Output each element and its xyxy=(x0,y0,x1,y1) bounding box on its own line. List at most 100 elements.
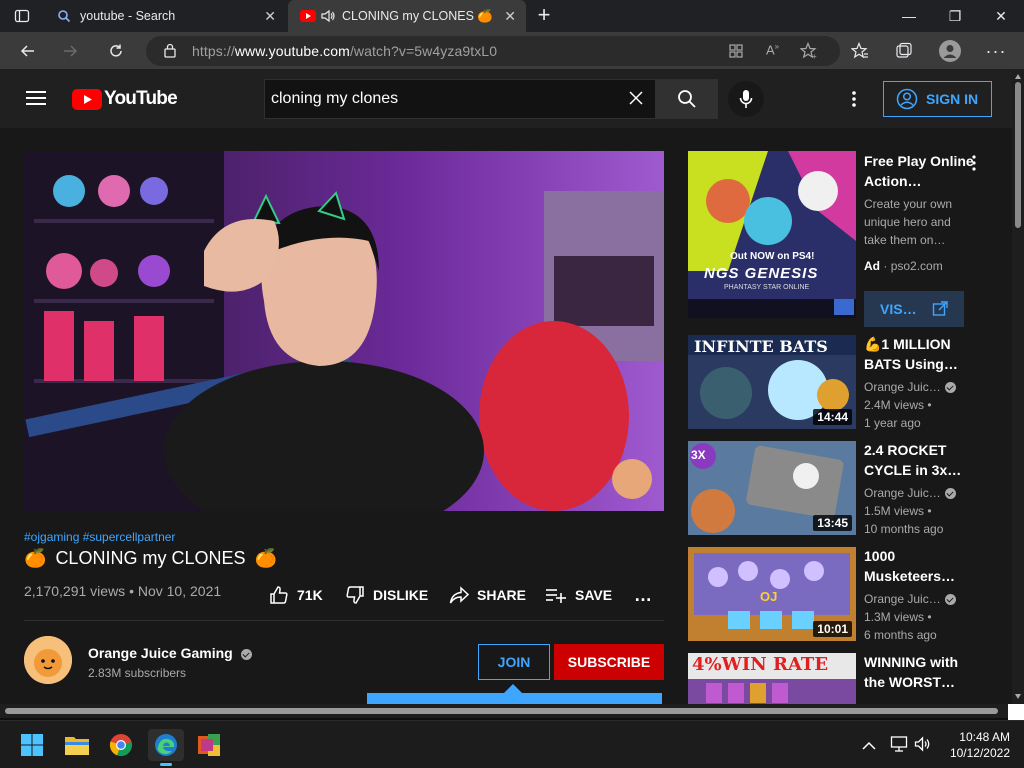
favorites-icon[interactable] xyxy=(844,36,876,66)
verified-icon xyxy=(944,488,956,500)
related-video-channel[interactable]: Orange Juic… xyxy=(864,484,974,502)
related-video-thumbnail[interactable]: 4%WIN RATE xyxy=(688,653,856,704)
restore-button[interactable]: ❐ xyxy=(932,0,978,32)
video-hashtags[interactable]: #ojgaming #supercellpartner xyxy=(24,530,175,544)
read-aloud-icon[interactable]: A» xyxy=(766,42,779,57)
tab-actions-icon[interactable] xyxy=(14,8,30,24)
ad-source-line: Ad · pso2.com xyxy=(864,257,974,275)
video-title: 🍊 CLONING my CLONES 🍊 xyxy=(24,548,277,569)
browser-tab-strip: youtube - Search ✕ CLONING my CLONES 🍊 ✕… xyxy=(0,0,1024,32)
url-prefix: https:// xyxy=(192,43,235,59)
menu-icon[interactable] xyxy=(26,90,46,111)
ad-title[interactable]: Free Play Online Action… xyxy=(864,151,974,191)
minimize-button[interactable]: — xyxy=(886,0,932,32)
scrollbar-thumb[interactable] xyxy=(1015,82,1021,228)
video-duration: 14:44 xyxy=(813,409,852,425)
profile-avatar[interactable] xyxy=(934,36,966,66)
clear-search-icon[interactable] xyxy=(629,91,643,110)
address-bar[interactable]: https://www.youtube.com/watch?v=5w4yza9t… xyxy=(146,36,840,66)
edge-icon[interactable] xyxy=(148,729,184,766)
related-video-channel[interactable]: Orange Juic… xyxy=(864,378,974,396)
horizontal-scrollbar[interactable] xyxy=(0,704,1012,718)
volume-icon[interactable] xyxy=(914,735,932,758)
like-button[interactable]: 71K xyxy=(269,583,323,607)
verified-icon xyxy=(240,648,252,660)
playlist-add-icon xyxy=(546,589,566,603)
channel-avatar[interactable] xyxy=(24,636,72,684)
start-windows-icon[interactable] xyxy=(16,729,48,761)
account-icon xyxy=(896,88,918,110)
dislike-button[interactable]: DISLIKE xyxy=(345,583,428,607)
related-video-thumbnail[interactable]: INFINTE BATS 14:44 xyxy=(688,335,856,429)
search-button[interactable] xyxy=(656,79,718,119)
ad-visit-button[interactable]: VIS… xyxy=(864,291,964,327)
url-domain: www.youtube.com xyxy=(234,43,350,59)
related-video-title[interactable]: 2.4 ROCKET CYCLE in 3x… xyxy=(864,440,974,480)
tab-close-icon[interactable]: ✕ xyxy=(504,8,516,25)
youtube-logo[interactable]: YouTube xyxy=(72,88,178,110)
tab-cloning-video[interactable]: CLONING my CLONES 🍊 ✕ xyxy=(288,0,526,32)
subscribe-button[interactable]: SUBSCRIBE xyxy=(554,644,664,680)
browser-toolbar: https://www.youtube.com/watch?v=5w4yza9t… xyxy=(0,32,1024,70)
thumbnail-text: OJ xyxy=(760,589,778,604)
sign-in-label: SIGN IN xyxy=(926,91,979,107)
show-hidden-icons[interactable] xyxy=(862,738,876,756)
add-favorite-icon[interactable]: + xyxy=(799,41,818,65)
more-actions-button[interactable]: … xyxy=(634,583,652,607)
search-box[interactable]: cloning my clones xyxy=(264,79,656,119)
ad-thumbnail[interactable]: Out NOW on PS4! NGS GENESIS PHANTASY STA… xyxy=(688,151,856,318)
back-button[interactable] xyxy=(12,36,44,66)
logo-text: YouTube xyxy=(104,88,178,109)
network-icon[interactable] xyxy=(890,735,908,758)
related-video-title[interactable]: 1000 Musketeers… xyxy=(864,546,974,586)
search-input[interactable]: cloning my clones xyxy=(271,90,398,108)
ad-menu-icon[interactable] xyxy=(972,155,976,176)
join-tooltip xyxy=(367,693,662,704)
voice-search-button[interactable] xyxy=(728,81,764,117)
tab-close-icon[interactable]: ✕ xyxy=(264,8,276,25)
file-explorer-icon[interactable] xyxy=(61,729,93,761)
dislike-label: DISLIKE xyxy=(373,587,429,603)
speaker-icon[interactable] xyxy=(320,8,336,24)
ad-description: Create your own unique hero and take the… xyxy=(864,197,953,247)
scrollbar-down-arrow[interactable] xyxy=(1015,694,1021,699)
related-video-thumbnail[interactable]: 3X 13:45 xyxy=(688,441,856,535)
related-video-age: 6 months ago xyxy=(864,628,937,642)
ad-thumb-banner: Out NOW on PS4! xyxy=(730,251,815,262)
collections-icon[interactable] xyxy=(888,36,920,66)
save-button[interactable]: SAVE xyxy=(545,583,612,607)
url-path: /watch?v=5w4yza9txL0 xyxy=(349,43,498,59)
chrome-icon[interactable] xyxy=(105,729,137,761)
video-player[interactable] xyxy=(24,151,664,511)
related-video-title[interactable]: 💪1 MILLION BATS Using… xyxy=(864,334,974,374)
new-tab-button[interactable]: + xyxy=(534,3,554,27)
share-button[interactable]: SHARE xyxy=(449,583,526,607)
vertical-scrollbar[interactable] xyxy=(1012,70,1024,704)
sign-in-button[interactable]: SIGN IN xyxy=(883,81,992,117)
office-app-icon[interactable] xyxy=(193,729,225,761)
apps-icon[interactable] xyxy=(728,43,744,64)
windows-taskbar: 10:48 AM 10/12/2022 xyxy=(0,720,1024,768)
active-app-indicator xyxy=(160,763,172,766)
video-duration: 13:45 xyxy=(813,515,852,531)
scrollbar-thumb[interactable] xyxy=(5,708,998,714)
lock-icon[interactable] xyxy=(164,43,176,63)
video-title-text: CLONING my CLONES xyxy=(55,548,246,568)
channel-text: Orange Juic… xyxy=(864,592,941,606)
join-button[interactable]: JOIN xyxy=(478,644,550,680)
forward-button[interactable] xyxy=(54,36,86,66)
tab-youtube-search[interactable]: youtube - Search ✕ xyxy=(44,0,286,32)
ad-source: pso2.com xyxy=(890,259,943,273)
related-video-thumbnail[interactable]: OJ 10:01 xyxy=(688,547,856,641)
related-video-title[interactable]: WINNING with the WORST… xyxy=(864,652,974,692)
scrollbar-up-arrow[interactable] xyxy=(1015,74,1021,79)
channel-name[interactable]: Orange Juice Gaming xyxy=(88,645,252,661)
related-video-channel[interactable]: Orange Juic… xyxy=(864,590,974,608)
channel-name-text: Orange Juice Gaming xyxy=(88,645,233,661)
clock[interactable]: 10:48 AM 10/12/2022 xyxy=(940,729,1010,761)
close-window-button[interactable]: ✕ xyxy=(978,0,1024,32)
refresh-button[interactable] xyxy=(100,36,132,66)
settings-more-icon[interactable]: ··· xyxy=(980,36,1012,66)
save-label: SAVE xyxy=(575,587,613,603)
settings-menu-icon[interactable] xyxy=(852,91,856,112)
